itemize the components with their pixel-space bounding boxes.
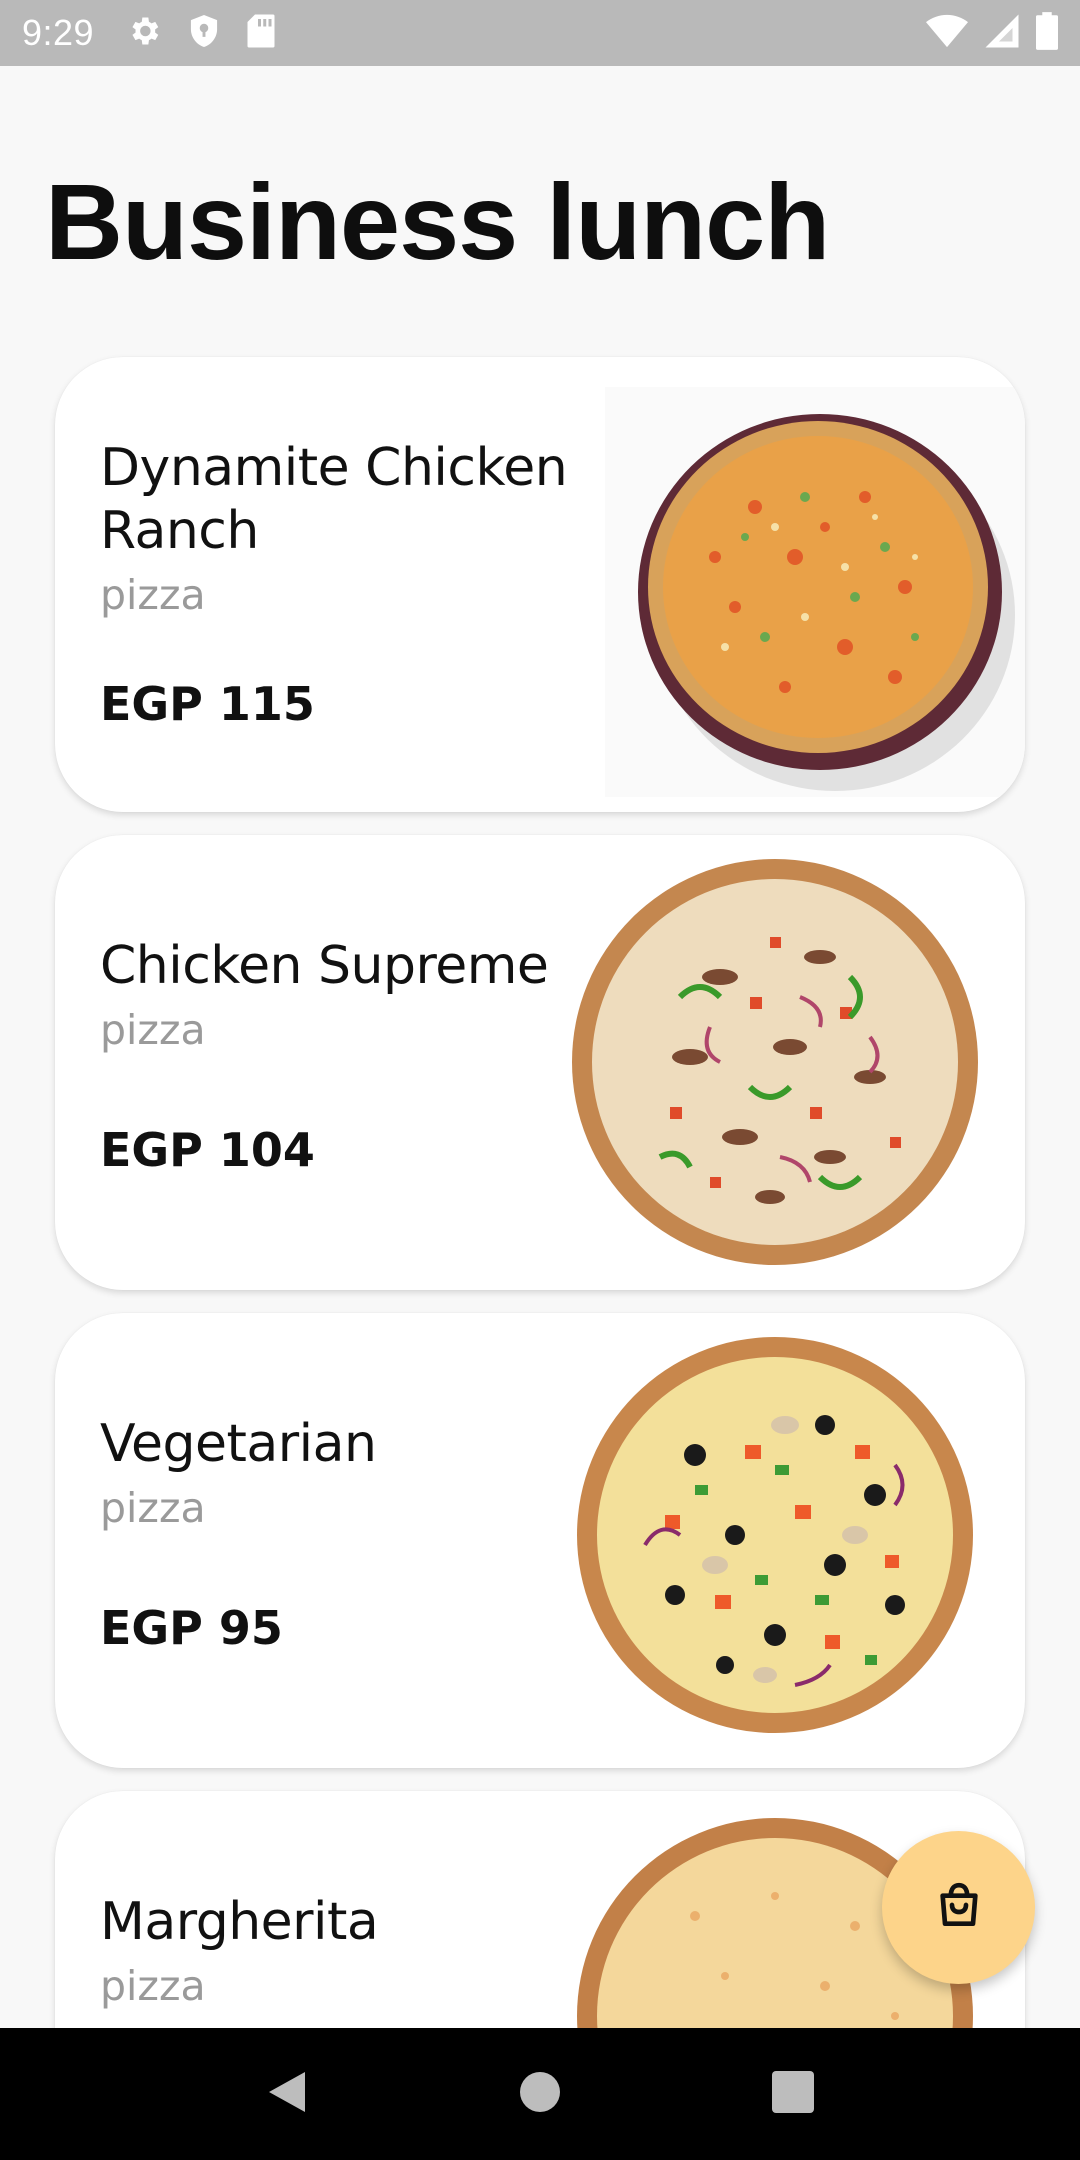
settings-icon (126, 13, 162, 54)
product-name: Dynamite Chicken Ranch (100, 438, 568, 561)
sd-card-icon (246, 13, 276, 54)
product-info: Dynamite Chicken Ranch pizza (100, 437, 600, 619)
product-price: EGP 115 (100, 677, 315, 731)
shopping-bag-icon (931, 1877, 987, 1938)
product-info: Chicken Supreme pizza (100, 935, 600, 1054)
product-category: pizza (100, 571, 206, 619)
product-category: pizza (100, 1484, 206, 1532)
wifi-icon (926, 14, 968, 53)
page-title: Business lunch (45, 161, 830, 282)
cell-signal-icon (984, 13, 1020, 54)
status-time: 9:29 (22, 12, 95, 53)
battery-icon (1036, 11, 1058, 55)
shield-icon (188, 13, 220, 54)
back-button[interactable] (237, 2044, 337, 2144)
back-icon (265, 2068, 309, 2121)
pizza-image (572, 859, 978, 1265)
product-info: Vegetarian pizza (100, 1413, 600, 1532)
product-card[interactable]: Vegetarian pizza EGP 95 (55, 1313, 1025, 1768)
recents-button[interactable] (743, 2044, 843, 2144)
home-button[interactable] (490, 2044, 590, 2144)
pizza-image (577, 1337, 973, 1733)
recents-icon (772, 2070, 815, 2118)
product-category: pizza (100, 1006, 206, 1054)
product-price: EGP 104 (100, 1123, 315, 1177)
product-price: EGP 95 (100, 1601, 283, 1655)
product-card[interactable]: Dynamite Chicken Ranch pizza EGP 115 (55, 357, 1025, 812)
product-card[interactable]: Chicken Supreme pizza EGP 104 (55, 835, 1025, 1290)
status-left-icons (126, 13, 276, 54)
pizza-image (605, 387, 1025, 797)
product-category: pizza (100, 1962, 206, 2010)
cart-button[interactable] (882, 1831, 1035, 1984)
home-icon (518, 2070, 562, 2119)
product-name: Margherita (100, 1892, 379, 1952)
product-info: Margherita pizza (100, 1891, 600, 2010)
status-bar: 9:29 (0, 0, 1080, 66)
product-name: Chicken Supreme (100, 936, 549, 996)
navigation-bar (0, 2028, 1080, 2160)
product-name: Vegetarian (100, 1414, 377, 1474)
status-right-icons (926, 11, 1058, 55)
